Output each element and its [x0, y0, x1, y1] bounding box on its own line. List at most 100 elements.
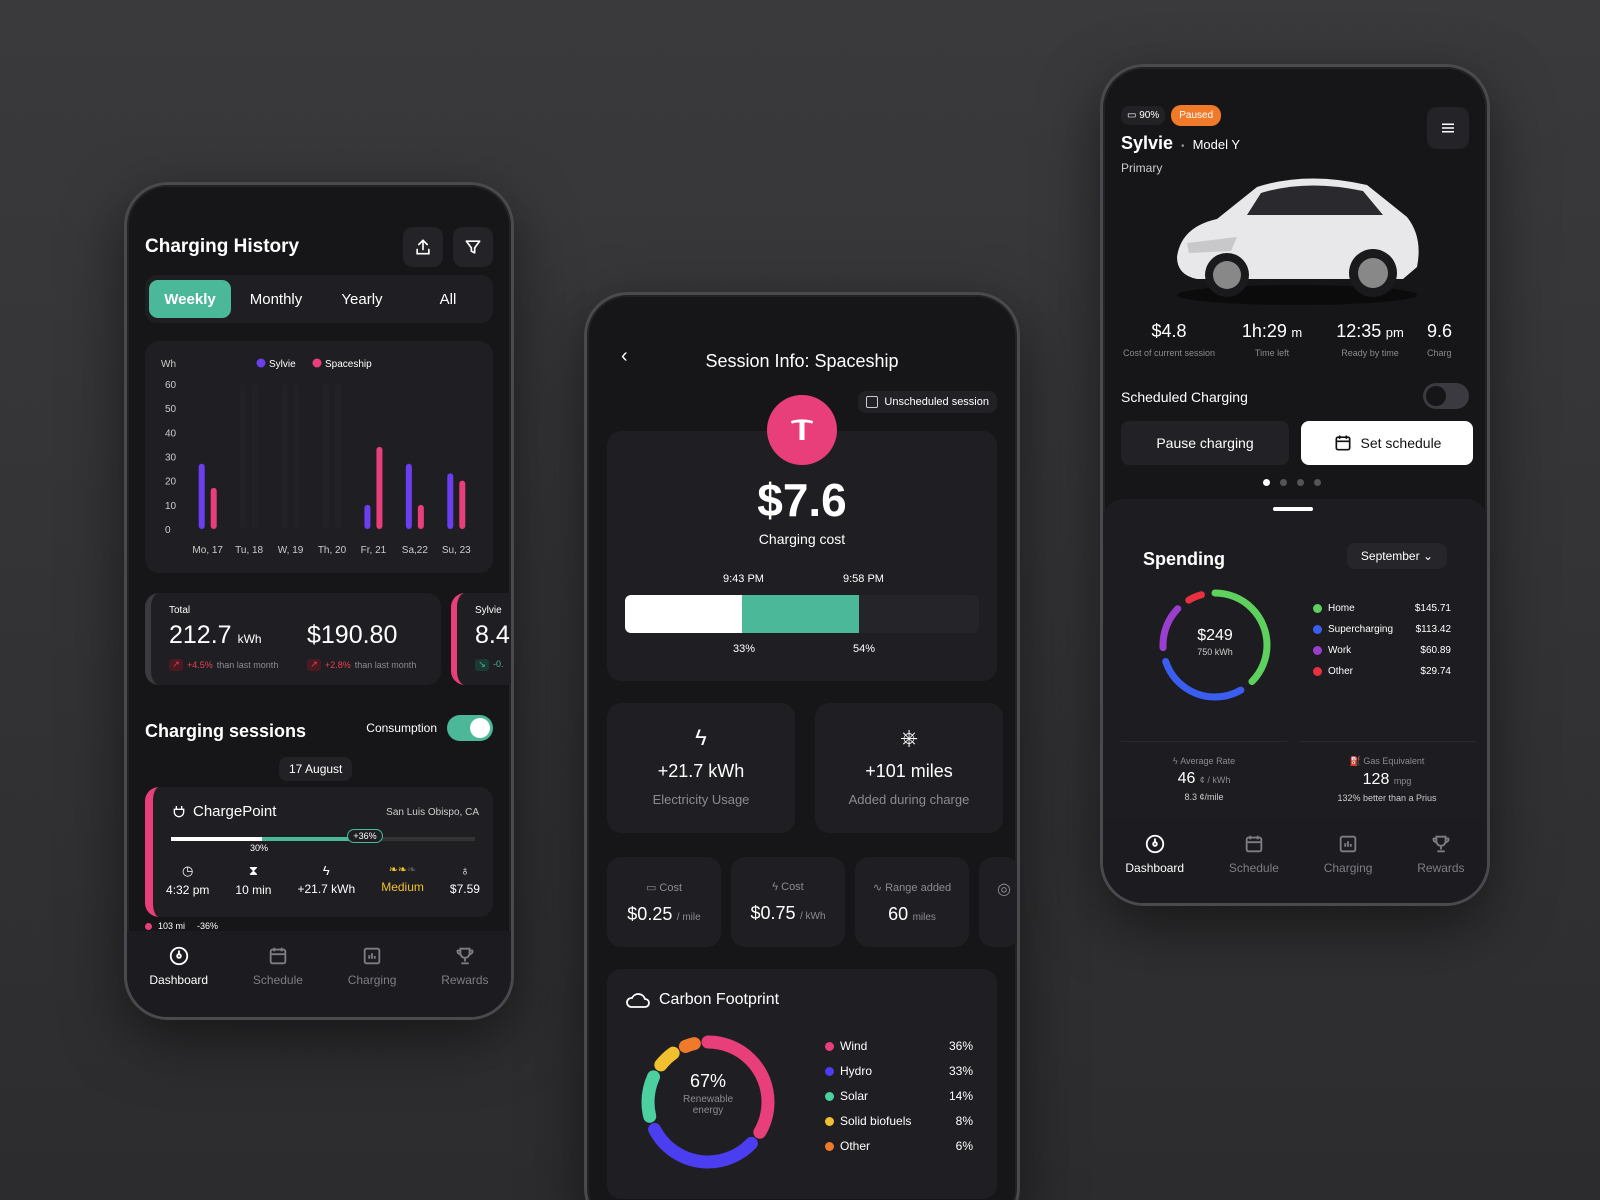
phone-session-info: ‹ Session Info: Spaceship Unscheduled se… — [584, 292, 1020, 1200]
legend-name: Solid biofuels — [840, 1114, 912, 1128]
footer-miles: 103 mi — [145, 921, 185, 931]
nav-schedule[interactable]: Schedule — [253, 945, 303, 1017]
y-tick-label: 60 — [165, 380, 177, 391]
legend-name: Other — [1328, 666, 1354, 677]
bolt-icon: ϟ — [1172, 756, 1178, 766]
clock-icon: ◷ — [182, 863, 194, 878]
spending-title: Spending — [1143, 549, 1225, 569]
session-progress: +36% 30% — [171, 829, 475, 853]
carbon-legend-item: Hydro 33% — [825, 1064, 973, 1078]
car-image — [1177, 178, 1419, 305]
tab-weekly[interactable]: Weekly — [149, 280, 231, 318]
nav-dashboard[interactable]: Dashboard — [1125, 833, 1184, 903]
carbon-legend: Wind 36% Hydro 33% Solar 14% Solid biofuels 8% O… — [825, 1039, 973, 1164]
duration-value: 10 min — [235, 883, 272, 897]
filter-button[interactable] — [453, 227, 493, 267]
money-icon: ▭ — [645, 882, 657, 894]
legend-value: $29.74 — [1420, 666, 1451, 677]
cost-change-text: than last month — [354, 660, 417, 670]
menu-button[interactable] — [1427, 107, 1469, 149]
total-cost: $190.80 — [307, 621, 398, 649]
progress-badge: +36% — [347, 829, 383, 843]
legend-dot — [256, 358, 266, 368]
dashboard-icon — [169, 946, 188, 966]
charging-cost-label: Charging cost — [758, 531, 846, 547]
y-tick-label: 50 — [165, 404, 177, 415]
sylvie-value: 8.4 — [475, 621, 510, 649]
bar — [210, 487, 217, 529]
mini-value: 60 — [888, 904, 909, 924]
nav-rewards[interactable]: Rewards — [441, 945, 489, 1017]
set-schedule-button[interactable]: Set schedule — [1301, 421, 1473, 465]
bar-empty — [335, 384, 341, 529]
pct-end: 54% — [853, 643, 876, 655]
session-card[interactable]: ChargePoint San Luis Obispo, CA +36% 30%… — [145, 787, 493, 917]
legend-pct: 36% — [948, 1039, 973, 1053]
phone-charging-history: Charging History Weekly Monthly Yearly A… — [124, 182, 514, 1020]
scheduled-toggle[interactable] — [1423, 383, 1469, 409]
pause-charging-button[interactable]: Pause charging — [1121, 421, 1289, 465]
spending-legend-item: Supercharging $113.42 — [1313, 624, 1451, 635]
miles-card: ⎈ +101 miles Added during charge — [815, 703, 1003, 833]
filter-icon — [465, 240, 481, 254]
carbon-title: Carbon Footprint — [659, 991, 780, 1008]
bar — [447, 473, 454, 529]
nav-rewards[interactable]: Rewards — [1417, 833, 1465, 903]
total-kwh: 212.7 — [169, 621, 232, 649]
nav-dashboard[interactable]: Dashboard — [149, 945, 208, 1017]
mini-unit: / mile — [676, 912, 701, 923]
legend-name: Solar — [840, 1089, 869, 1103]
gas-sub: 132% better than a Prius — [1337, 793, 1437, 803]
tab-all[interactable]: All — [407, 280, 489, 318]
extra-card: ◎ — [979, 857, 1017, 947]
footer-pct: -36% — [197, 921, 219, 931]
time-value: 4:32 pm — [166, 883, 210, 897]
car-role: Primary — [1121, 161, 1163, 175]
bar — [376, 446, 383, 529]
consumption-toggle[interactable] — [447, 715, 493, 741]
stat-unit: pm — [1385, 325, 1404, 340]
bolt-icon: ϟ — [322, 863, 330, 878]
cost-progress-bar — [625, 595, 979, 633]
total-stats-card: Total 212.7 kWh ↗ +4.5% than last month … — [145, 593, 441, 685]
stat-ready-by: 12:35 pm Ready by time — [1325, 321, 1415, 358]
month-select[interactable]: September ⌄ — [1346, 543, 1447, 569]
rate-label: Average Rate — [1180, 756, 1236, 766]
bar — [459, 480, 466, 529]
y-tick-label: 10 — [165, 501, 177, 512]
share-button[interactable] — [403, 227, 443, 267]
nav-charging[interactable]: Charging — [348, 945, 396, 1017]
money-bag-icon: ♁ — [460, 863, 470, 878]
sheet-handle[interactable] — [1273, 507, 1313, 511]
usage-value: +21.7 kWh — [657, 761, 745, 781]
dashboard-icon — [1145, 834, 1164, 854]
kwh-change-text: than last month — [216, 660, 279, 670]
tab-yearly[interactable]: Yearly — [321, 280, 403, 318]
bolt-icon: ϟ — [695, 725, 707, 750]
mini-unit: / kWh — [799, 911, 826, 922]
nav-label: Dashboard — [1125, 861, 1185, 875]
plug-icon — [173, 805, 185, 817]
nav-schedule[interactable]: Schedule — [1229, 833, 1279, 903]
cost-card: $7.6 Charging cost 9:43 PM 9:58 PM 33% 5… — [607, 395, 997, 681]
pct-start: 33% — [733, 643, 756, 655]
calendar-icon — [1245, 835, 1263, 853]
x-tick-label: Mo, 17 — [192, 545, 223, 556]
chevron-down-icon: ⌄ — [1422, 549, 1433, 563]
tab-monthly[interactable]: Monthly — [235, 280, 317, 318]
bar-empty — [323, 384, 329, 529]
session-energy: ϟ +21.7 kWh — [297, 863, 355, 897]
x-tick-label: Tu, 18 — [235, 545, 263, 556]
mini-unit: miles — [912, 912, 936, 923]
x-tick-label: W, 19 — [278, 545, 304, 556]
charging-cost: $7.6 — [757, 474, 847, 526]
nav-charging[interactable]: Charging — [1324, 833, 1372, 903]
gas-unit: mpg — [1393, 776, 1412, 786]
x-tick-label: Su, 23 — [442, 545, 471, 556]
renewable-label: Renewable energy — [682, 1094, 734, 1116]
legend-value: $145.71 — [1414, 603, 1451, 614]
bar-empty — [293, 384, 300, 529]
bolt-icon: ϟ — [772, 881, 779, 893]
mini-label: Cost — [781, 881, 804, 893]
legend-name: Hydro — [840, 1064, 873, 1078]
